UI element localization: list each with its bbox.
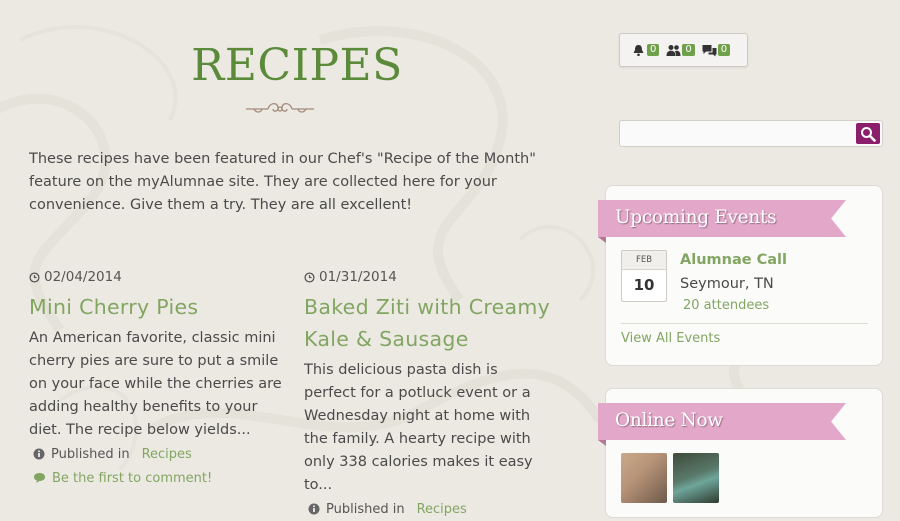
- online-now-widget: Online Now: [598, 388, 883, 518]
- messages-notification[interactable]: 0: [702, 44, 731, 57]
- widget-heading: Upcoming Events: [615, 207, 777, 228]
- page-title: RECIPES: [191, 40, 403, 91]
- post-title-link[interactable]: Mini Cherry Pies: [29, 291, 289, 323]
- widget-heading: Online Now: [615, 410, 723, 431]
- friends-notification[interactable]: 0: [666, 44, 695, 57]
- users-icon: [666, 44, 681, 56]
- main-content: RECIPES These recipes have been featured…: [0, 0, 600, 517]
- chat-icon: [702, 44, 717, 56]
- clock-icon: [304, 271, 315, 283]
- category-link[interactable]: Recipes: [417, 502, 467, 517]
- info-icon: [33, 448, 45, 460]
- post-date-text: 02/04/2014: [44, 269, 122, 285]
- ribbon-fold: [598, 237, 606, 243]
- event-attendees-link[interactable]: 20 attendees: [683, 298, 769, 313]
- event-day: 10: [633, 276, 655, 294]
- search-icon: [861, 126, 876, 142]
- widget-ribbon: Upcoming Events: [598, 200, 846, 237]
- avatar[interactable]: [673, 453, 719, 503]
- title-ornament: [246, 102, 314, 113]
- post-excerpt: An American favorite, classic mini cherr…: [29, 330, 282, 438]
- messages-count: 0: [717, 44, 731, 56]
- info-icon: [308, 503, 320, 515]
- clock-icon: [29, 271, 40, 283]
- search-box: [619, 120, 883, 147]
- published-label: Published in: [326, 501, 405, 517]
- post-excerpt: This delicious pasta dish is perfect for…: [304, 362, 533, 493]
- avatar[interactable]: [621, 453, 667, 503]
- alerts-notification[interactable]: 0: [631, 44, 660, 57]
- event-month: FEB: [622, 251, 666, 270]
- intro-paragraph: These recipes have been featured in our …: [29, 151, 536, 213]
- post-published-line: Published in Recipes: [29, 442, 289, 466]
- search-button[interactable]: [856, 123, 880, 144]
- post-published-line: Published in Recipes: [304, 497, 554, 521]
- alerts-count: 0: [647, 44, 660, 56]
- post-date: 01/31/2014: [304, 268, 554, 286]
- friends-count: 0: [682, 44, 695, 56]
- widget-ribbon: Online Now: [598, 403, 846, 440]
- bell-icon: [633, 44, 644, 56]
- post-date: 02/04/2014: [29, 268, 289, 286]
- post-card: 01/31/2014 Baked Ziti with Creamy Kale &…: [304, 268, 554, 521]
- comment-icon: [34, 473, 45, 483]
- comment-link[interactable]: Be the first to comment!: [52, 471, 212, 486]
- post-date-text: 01/31/2014: [319, 269, 397, 285]
- search-input[interactable]: [622, 123, 854, 146]
- upcoming-events-widget: Upcoming Events FEB 10 Alumnae Call Seym…: [598, 185, 883, 366]
- published-label: Published in: [51, 446, 130, 462]
- divider: [621, 323, 868, 324]
- event-title-link[interactable]: Alumnae Call: [680, 252, 787, 268]
- event-location: Seymour, TN: [680, 276, 774, 292]
- category-link[interactable]: Recipes: [142, 447, 192, 462]
- post-comment-line: Be the first to comment!: [29, 466, 289, 490]
- post-title-link[interactable]: Baked Ziti with Creamy Kale & Sausage: [304, 291, 554, 355]
- ribbon-fold: [598, 440, 606, 446]
- notification-bar: 0 0 0: [619, 33, 748, 67]
- event-date-tile: FEB 10: [621, 250, 667, 302]
- post-card: 02/04/2014 Mini Cherry Pies An American …: [29, 268, 289, 490]
- view-all-events-link[interactable]: View All Events: [621, 331, 720, 346]
